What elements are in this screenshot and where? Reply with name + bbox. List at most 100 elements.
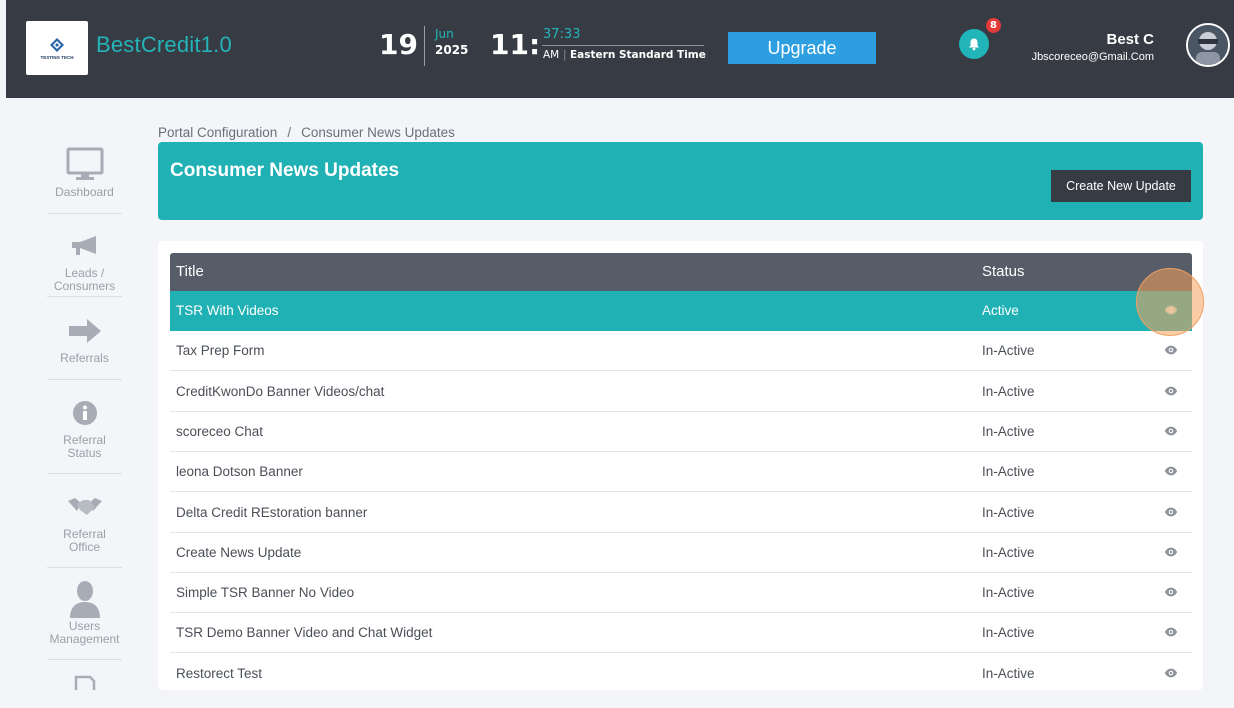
- sidebar-icon-wrap: [47, 486, 122, 528]
- top-header: TESTING TECH BestCredit1.0 19 Jun 2025 1…: [6, 0, 1234, 98]
- notification-badge: 8: [985, 17, 1002, 34]
- row-title: TSR With Videos: [176, 303, 279, 318]
- row-status: Active: [982, 303, 1019, 318]
- table-row[interactable]: Simple TSR Banner No Video In-Active: [170, 573, 1192, 614]
- row-title: TSR Demo Banner Video and Chat Widget: [176, 625, 433, 641]
- sidebar-icon-wrap: [47, 310, 122, 352]
- sidebar-icon-wrap: [47, 225, 122, 267]
- table-row[interactable]: leona Dotson Banner In-Active: [170, 452, 1192, 493]
- view-eye-icon[interactable]: [1164, 343, 1180, 359]
- time-ampm: AM: [543, 49, 560, 61]
- row-status: In-Active: [982, 423, 1035, 439]
- row-title: Delta Credit REstoration banner: [176, 504, 368, 520]
- time-divider: [542, 45, 704, 46]
- row-title: Restorect Test: [176, 665, 263, 681]
- row-title: CreditKwonDo Banner Videos/chat: [176, 383, 385, 399]
- row-status: In-Active: [982, 625, 1035, 641]
- breadcrumb-parent[interactable]: Portal Configuration: [158, 125, 277, 140]
- view-eye-icon[interactable]: [1164, 505, 1180, 521]
- sidebar-label: Leads / Consumers: [53, 266, 116, 293]
- date-day: 19: [379, 28, 418, 61]
- row-title: Create News Update: [176, 544, 302, 560]
- info-icon: [72, 401, 97, 425]
- row-status: In-Active: [982, 343, 1035, 359]
- company-logo[interactable]: TESTING TECH: [26, 21, 88, 75]
- table-row[interactable]: CreditKwonDo Banner Videos/chat In-Active: [170, 372, 1192, 412]
- document-icon: [74, 675, 95, 691]
- table-row[interactable]: Delta Credit REstoration banner In-Active: [170, 493, 1192, 533]
- date-divider: [424, 26, 425, 66]
- news-updates-table: Title Status TSR With Videos Active Tax Pr…: [158, 241, 1203, 690]
- table-row[interactable]: TSR With Videos Active: [170, 291, 1192, 331]
- row-title: Simple TSR Banner No Video: [176, 585, 355, 601]
- sidebar-item-dashboard[interactable]: Dashboard: [47, 144, 122, 214]
- table-row[interactable]: Tax Prep Form In-Active: [170, 331, 1192, 372]
- view-eye-icon[interactable]: [1164, 625, 1180, 641]
- monitor-icon: [66, 147, 103, 180]
- row-title: leona Dotson Banner: [176, 464, 303, 480]
- page-footer-band: [0, 690, 1234, 708]
- logo-diamond-icon: [50, 37, 64, 52]
- row-status: In-Active: [982, 544, 1035, 560]
- table-row[interactable]: Create News Update In-Active: [170, 533, 1192, 573]
- avatar[interactable]: [1186, 23, 1230, 67]
- sidebar-label: Referrals: [60, 351, 109, 365]
- sidebar-label: Referral Status: [63, 433, 106, 460]
- logo-text: TESTING TECH: [40, 54, 74, 60]
- brand-name[interactable]: BestCredit1.0: [96, 32, 232, 58]
- user-name[interactable]: Best C: [1106, 31, 1154, 48]
- user-email: Jbscoreceo@Gmail.Com: [1031, 51, 1154, 63]
- view-eye-icon[interactable]: [1164, 545, 1180, 561]
- upgrade-button[interactable]: Upgrade: [728, 32, 876, 64]
- date-year: 2025: [435, 43, 469, 57]
- page-title: Consumer News Updates: [170, 160, 400, 181]
- row-title: Tax Prep Form: [176, 343, 265, 359]
- sidebar-item-users-management[interactable]: Users Management: [47, 578, 122, 660]
- row-status: In-Active: [982, 585, 1035, 601]
- view-eye-icon[interactable]: [1164, 464, 1180, 480]
- table-row[interactable]: scoreceo Chat In-Active: [170, 412, 1192, 452]
- time-seconds: 37:33: [543, 27, 581, 42]
- sidebar-item-referrals[interactable]: Referrals: [47, 310, 122, 380]
- breadcrumb: Portal Configuration / Consumer News Updat…: [158, 125, 455, 140]
- view-eye-icon[interactable]: [1164, 585, 1180, 601]
- date-month: Jun: [435, 27, 454, 41]
- row-title: scoreceo Chat: [176, 423, 264, 439]
- view-eye-icon[interactable]: [1164, 424, 1180, 440]
- sidebar-icon-wrap: [47, 144, 122, 186]
- column-header-status[interactable]: Status: [982, 263, 1025, 280]
- view-eye-icon[interactable]: [1164, 384, 1180, 400]
- sidebar-item-referral-status[interactable]: Referral Status: [47, 392, 122, 474]
- avatar-image-icon: [1188, 25, 1228, 65]
- table-header: Title Status: [170, 253, 1192, 291]
- sidebar-icon-wrap: [47, 392, 122, 434]
- row-status: In-Active: [982, 464, 1035, 480]
- bell-icon: [969, 38, 979, 51]
- row-status: In-Active: [982, 665, 1035, 681]
- click-indicator: [1136, 268, 1204, 336]
- arrow-right-icon: [68, 319, 101, 343]
- table-row[interactable]: Restorect Test In-Active: [170, 654, 1192, 690]
- sidebar-item-referral-office[interactable]: Referral Office: [47, 486, 122, 568]
- title-panel: Consumer News Updates Create New Update: [158, 142, 1203, 220]
- time-hour: 11:: [490, 28, 541, 61]
- create-new-update-button[interactable]: Create New Update: [1051, 170, 1191, 202]
- time-pipe: |: [563, 49, 567, 61]
- sidebar-label: Users Management: [49, 619, 120, 646]
- megaphone-icon: [71, 236, 96, 255]
- view-eye-icon[interactable]: [1164, 666, 1180, 682]
- notification-button[interactable]: [959, 29, 989, 59]
- user-icon: [69, 581, 100, 618]
- sidebar-item-leads[interactable]: Leads / Consumers: [47, 225, 122, 297]
- sidebar-label: Dashboard: [55, 185, 114, 199]
- breadcrumb-current: Consumer News Updates: [301, 125, 455, 140]
- handshake-icon: [67, 498, 102, 515]
- breadcrumb-separator: /: [287, 125, 292, 140]
- row-status: In-Active: [982, 504, 1035, 520]
- sidebar-label: Referral Office: [63, 527, 106, 554]
- sidebar-icon-wrap: [47, 578, 122, 620]
- column-header-title[interactable]: Title: [176, 263, 204, 280]
- row-status: In-Active: [982, 383, 1035, 399]
- time-zone: Eastern Standard Time: [570, 49, 706, 61]
- table-row[interactable]: TSR Demo Banner Video and Chat Widget In-…: [170, 613, 1192, 654]
